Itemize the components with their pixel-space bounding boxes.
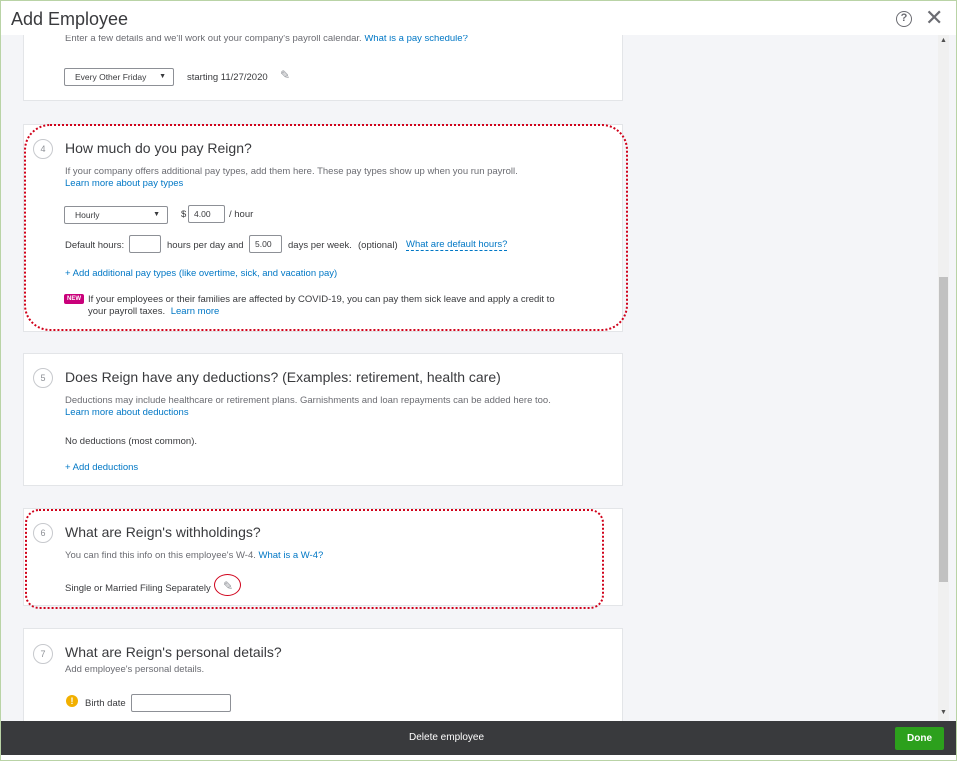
birth-date-label: Birth date: [85, 698, 126, 709]
form-scroll-area: Enter a few details and we'll work out y…: [1, 35, 956, 721]
warning-icon: !: [66, 695, 78, 707]
deductions-section-title: Does Reign have any deductions? (Example…: [65, 369, 501, 385]
deductions-description: Deductions may include healthcare or ret…: [65, 395, 551, 406]
add-deductions-link[interactable]: + Add deductions: [65, 462, 138, 473]
personal-description: Add employee's personal details.: [65, 664, 205, 675]
annotation-circle-edit: [214, 574, 241, 596]
pay-schedule-select[interactable]: Every Other Friday ▼: [64, 68, 174, 86]
scroll-down-arrow-icon[interactable]: ▼: [940, 709, 947, 716]
step-number-5: 5: [33, 368, 53, 388]
add-employee-window: Add Employee ? ✕ Enter a few details and…: [0, 0, 957, 761]
delete-employee-button[interactable]: Delete employee: [409, 732, 484, 743]
pay-schedule-select-value: Every Other Friday: [75, 72, 147, 82]
title-bar: Add Employee ? ✕: [1, 1, 956, 35]
deductions-status: No deductions (most common).: [65, 436, 197, 447]
vertical-scrollbar[interactable]: ▲ ▼: [938, 35, 949, 721]
chevron-down-icon: ▼: [159, 73, 166, 80]
pay-schedule-starting: starting 11/27/2020: [187, 72, 268, 83]
personal-section-title: What are Reign's personal details?: [65, 644, 282, 660]
personal-details-card: 7 What are Reign's personal details? Add…: [23, 628, 623, 721]
pay-schedule-help-link[interactable]: What is a pay schedule?: [364, 35, 468, 44]
edit-pencil-icon[interactable]: ✎: [280, 68, 290, 82]
annotation-highlight-withholdings: [25, 509, 604, 609]
window-bottom-edge: [1, 755, 956, 760]
deductions-card: 5 Does Reign have any deductions? (Examp…: [23, 353, 623, 486]
footer-bar: Delete employee Done: [1, 721, 956, 755]
pay-schedule-description: Enter a few details and we'll work out y…: [65, 35, 362, 44]
window-title: Add Employee: [11, 9, 129, 29]
done-button[interactable]: Done: [895, 727, 944, 750]
scroll-up-arrow-icon[interactable]: ▲: [940, 37, 947, 44]
scroll-thumb[interactable]: [939, 277, 948, 582]
close-icon[interactable]: ✕: [925, 7, 943, 29]
step-number-7: 7: [33, 644, 53, 664]
help-icon[interactable]: ?: [896, 11, 912, 27]
annotation-highlight-pay: [24, 124, 628, 331]
deductions-learn-more-link[interactable]: Learn more about deductions: [65, 407, 189, 418]
birth-date-input[interactable]: [131, 694, 231, 712]
pay-schedule-card: Enter a few details and we'll work out y…: [23, 35, 623, 101]
